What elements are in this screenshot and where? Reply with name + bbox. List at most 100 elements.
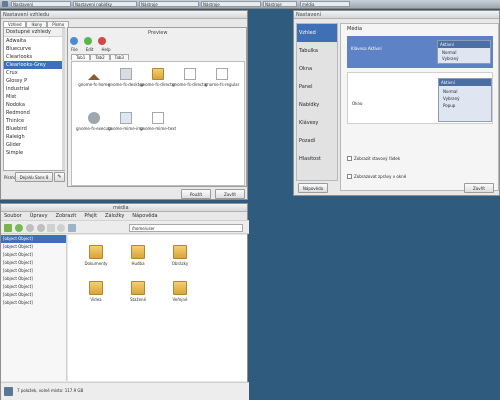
taskbar-item-1[interactable]: Nastavení (11, 1, 71, 7)
taskbar-item-2[interactable]: Nastavení nabídky (73, 1, 137, 7)
taskbar-item-5[interactable]: Nástroje (263, 1, 297, 7)
view-icon[interactable] (68, 224, 76, 232)
folder-item[interactable]: Videa (78, 281, 114, 309)
checkbox-row-2[interactable]: Zobrazovat zprávy v okně (347, 172, 467, 180)
back-icon[interactable] (15, 224, 23, 232)
refresh-icon[interactable] (57, 224, 65, 232)
folder-icon (89, 281, 103, 295)
appearance-settings-titlebar[interactable]: Nastavení (294, 11, 499, 19)
preview-tab-3[interactable]: Tab3 (109, 54, 129, 60)
folder-icon (131, 281, 145, 295)
new-tab-icon[interactable] (4, 224, 12, 232)
preview-item[interactable]: gnome-fs-home (76, 68, 112, 96)
sidebar-item-drive[interactable]: [object Object] (1, 259, 66, 267)
file-manager-titlebar[interactable]: média (1, 204, 247, 212)
settings-close-button[interactable]: Zavřít (464, 183, 494, 193)
folder-item[interactable]: Stažené (120, 281, 156, 309)
theme-list-item[interactable]: Clearlooks (4, 53, 64, 61)
taskbar-item-3[interactable]: Nástroje (139, 1, 199, 7)
file-manager-window: média Soubor Úpravy Zobrazit Přejít Zálo… (0, 203, 249, 400)
settings-sidebar-item[interactable]: Hlasitost (297, 150, 337, 168)
theme-list-item[interactable]: Industrial (4, 85, 64, 93)
preview-menubar: File Edit Help (71, 47, 151, 53)
menu-bookmarks[interactable]: Záložky (105, 213, 124, 219)
sidebar-item-drive[interactable]: [object Object] (1, 251, 66, 259)
up-icon[interactable] (37, 224, 45, 232)
menu-edit[interactable]: Úpravy (30, 213, 48, 219)
theme-list-item[interactable]: Crux (4, 69, 64, 77)
apply-button[interactable]: Použít (181, 189, 211, 199)
sidebar-item-drive[interactable]: [object Object] (1, 267, 66, 275)
file-manager-content: Dokumenty Hudba Obrázky Videa Stažené Ve… (68, 235, 247, 381)
preview-menu-help[interactable]: Help (101, 47, 110, 53)
taskbar-item-6[interactable]: média (300, 1, 350, 7)
theme-list-item[interactable]: Glider (4, 141, 64, 149)
taskbar-item-4[interactable]: Nástroje (201, 1, 261, 7)
settings-sidebar-item[interactable]: Nabídky (297, 96, 337, 114)
preview-tabs: Tab1 Tab2 Tab3 (71, 54, 131, 61)
sidebar-item-folder[interactable]: [object Object] (1, 299, 66, 307)
folder-item[interactable]: Hudba (120, 245, 156, 273)
preview-item[interactable]: gnome-fs-directory-empty (172, 68, 208, 96)
theme-list-item[interactable]: Adwaita (4, 37, 64, 45)
theme-list-item[interactable]: Mist (4, 93, 64, 101)
settings-main: Média Klávesa Aktivní Aktivní Normal Vyb… (340, 23, 499, 191)
menu-file[interactable]: Soubor (4, 213, 22, 219)
settings-sidebar-item[interactable]: Pozadí (297, 132, 337, 150)
theme-list-item-selected[interactable]: Clearlooks-Grey (4, 61, 64, 69)
checkbox-icon[interactable] (347, 155, 352, 161)
preview-item[interactable]: gnome-mime-text (140, 112, 176, 140)
sidebar-item-drive[interactable]: [object Object] (1, 243, 66, 251)
home-icon[interactable] (47, 224, 55, 232)
menu-help[interactable]: Nápověda (132, 213, 157, 219)
sidebar-item-folder[interactable]: [object Object] (1, 283, 66, 291)
theme-list-item[interactable]: Glossy P (4, 77, 64, 85)
menu-go[interactable]: Přejít (84, 213, 97, 219)
settings-sidebar-item-selected[interactable]: Vzhled (297, 24, 337, 42)
folder-item[interactable]: Veřejné (162, 281, 198, 309)
settings-sidebar-item[interactable]: Panel (297, 78, 337, 96)
window-title: média (113, 204, 129, 211)
theme-list-item[interactable]: Redmond (4, 109, 64, 117)
forward-icon[interactable] (26, 224, 34, 232)
sidebar-item-folder[interactable]: [object Object] (1, 275, 66, 283)
checkbox-icon[interactable] (347, 173, 352, 179)
theme-list-item[interactable]: Raleigh (4, 133, 64, 141)
theme-list-item[interactable]: Nodoka (4, 101, 64, 109)
help-button[interactable]: Nápověda (298, 183, 328, 193)
theme-list-item[interactable]: ThinIce (4, 117, 64, 125)
preview-item[interactable]: gnome-mime-image (108, 112, 144, 140)
close-button[interactable]: Zavřít (215, 189, 245, 199)
theme-settings-titlebar[interactable]: Nastavení vzhledu (1, 11, 247, 19)
sidebar-item-folder[interactable]: [object Object] (1, 291, 66, 299)
settings-sidebar-item[interactable]: Klávesy (297, 114, 337, 132)
preview-item[interactable]: gnome-fs-regular (204, 68, 240, 96)
checkbox-row-1[interactable]: Zobrazit stavový řádek (347, 154, 467, 162)
preview-icon-area: gnome-fs-home gnome-fs-desktop gnome-fs-… (71, 61, 245, 186)
preview-tab-1[interactable]: Tab1 (71, 54, 91, 60)
theme-list-item[interactable]: Bluecurve (4, 45, 64, 53)
preview-item[interactable]: gnome-fs-desktop (108, 68, 144, 96)
theme-list-item[interactable]: Simple (4, 149, 64, 157)
preview-menu-edit[interactable]: Edit (86, 47, 94, 53)
preview-tab-2[interactable]: Tab2 (90, 54, 110, 60)
preview-item[interactable]: gnome-fs-directory (140, 68, 176, 96)
folder-item[interactable]: Obrázky (162, 245, 198, 273)
taskbar-start-button[interactable] (2, 1, 8, 7)
folder-item[interactable]: Dokumenty (78, 245, 114, 273)
theme-list-item[interactable]: Bluebird (4, 125, 64, 133)
active-popup-item: Vybraný (442, 56, 459, 61)
theme-list-panel: Dostupné vzhledy Adwaita Bluecurve Clear… (3, 27, 65, 171)
sidebar-item-home[interactable]: [object Object] (1, 235, 66, 243)
theme-list-scrollbar[interactable] (62, 28, 65, 170)
menu-view[interactable]: Zobrazit (56, 213, 77, 219)
preview-menu-file[interactable]: File (71, 47, 78, 53)
font-settings-button[interactable]: ✎ (54, 172, 65, 182)
settings-sidebar-item[interactable]: Okna (297, 60, 337, 78)
preview-item[interactable]: gnome-fs-executable (76, 112, 112, 140)
font-chooser-button[interactable]: DejaVu Sans 8 (15, 172, 53, 182)
path-bar[interactable]: /home/user (129, 224, 243, 232)
preview-item-label: gnome-fs-regular (204, 82, 240, 87)
status-bar: 7 položek, volné místo: 117.9 GB (1, 382, 249, 400)
settings-sidebar-item[interactable]: Tabulka (297, 42, 337, 60)
